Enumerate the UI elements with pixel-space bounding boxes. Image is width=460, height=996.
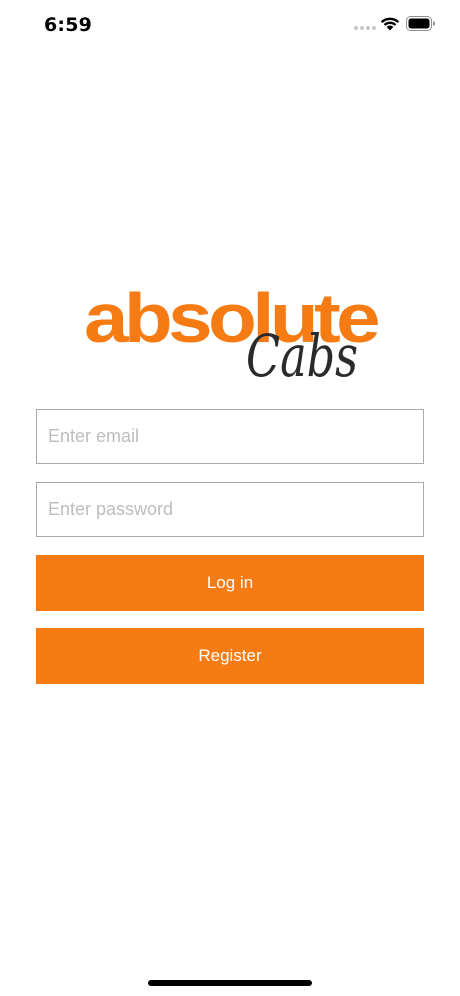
status-bar: 6:59 [0, 0, 460, 54]
battery-icon [406, 16, 435, 31]
logo-script: Cabs [246, 322, 358, 385]
signal-dots-icon [354, 26, 376, 30]
home-indicator [148, 980, 312, 986]
password-field-wrapper [36, 482, 424, 537]
wifi-icon [380, 17, 400, 31]
password-input[interactable] [37, 483, 423, 536]
absolute-cabs-logo: absolute Cabs [84, 279, 380, 385]
status-time: 6:59 [44, 14, 93, 36]
login-button[interactable]: Log in [36, 555, 424, 611]
email-input[interactable] [37, 410, 423, 463]
email-field-wrapper [36, 409, 424, 464]
register-button[interactable]: Register [36, 628, 424, 684]
